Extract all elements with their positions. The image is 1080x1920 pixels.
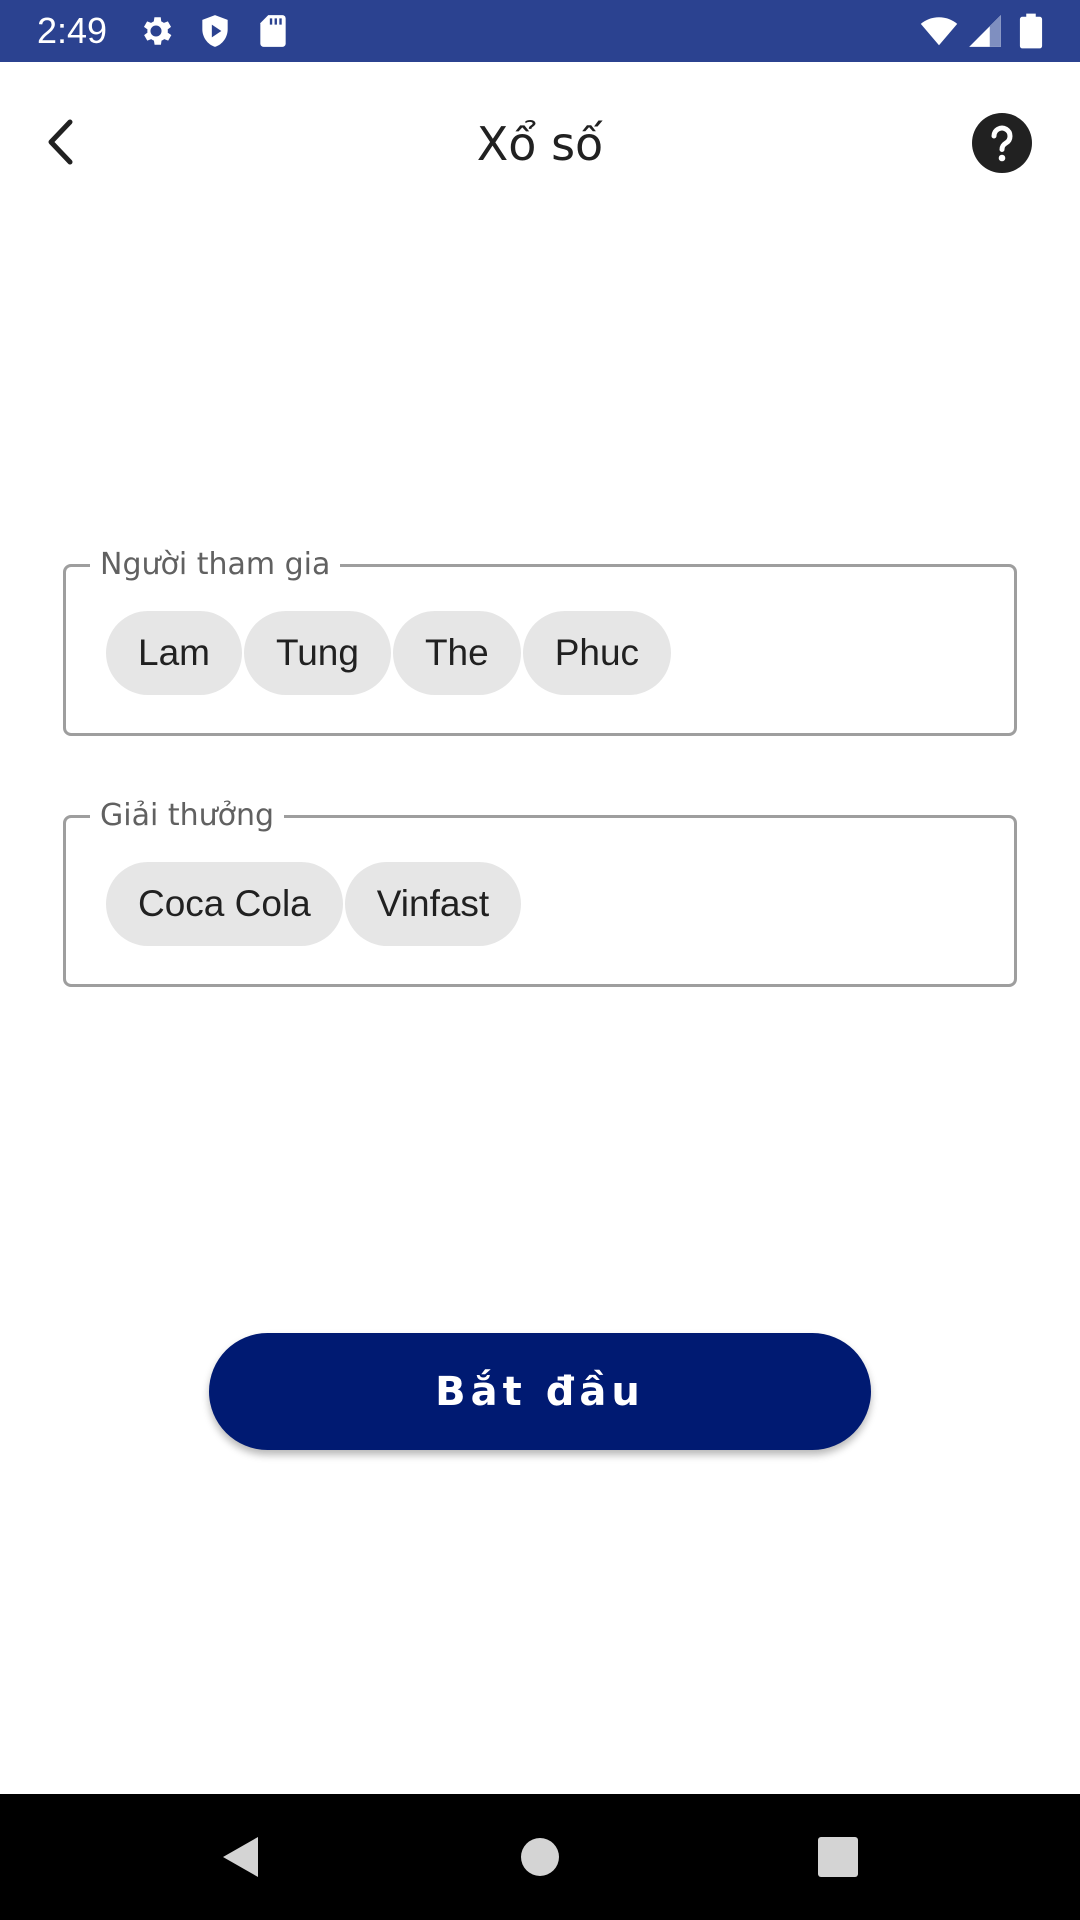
participant-chip[interactable]: Tung	[243, 611, 391, 695]
recents-square-icon	[818, 1837, 858, 1877]
participants-field[interactable]: Người tham gia Lam Tung The Phuc	[63, 545, 1017, 736]
app-bar: Xổ số	[0, 62, 1080, 222]
participants-label: Người tham gia	[90, 545, 341, 585]
help-button[interactable]	[972, 113, 1032, 173]
prizes-label: Giải thưởng	[90, 796, 285, 836]
participants-chip-row: Lam Tung The Phuc	[106, 611, 672, 695]
question-mark-icon	[991, 125, 1013, 162]
prizes-chip-row: Coca Cola Vinfast	[106, 862, 522, 946]
prize-chip[interactable]: Vinfast	[344, 862, 522, 946]
page-title: Xổ số	[476, 117, 604, 171]
sd-card-icon	[254, 12, 292, 50]
home-circle-icon	[521, 1838, 559, 1876]
status-bar: 2:49	[0, 0, 1080, 62]
nav-home-button[interactable]	[510, 1827, 570, 1887]
shield-play-icon	[196, 12, 234, 50]
start-button[interactable]: Bắt đầu	[209, 1333, 871, 1450]
prize-chip[interactable]: Coca Cola	[106, 862, 343, 946]
wifi-icon	[920, 12, 958, 50]
back-triangle-icon	[223, 1837, 258, 1877]
participant-chip[interactable]: Lam	[106, 611, 242, 695]
prizes-field[interactable]: Giải thưởng Coca Cola Vinfast	[63, 796, 1017, 987]
nav-recents-button[interactable]	[808, 1827, 868, 1887]
participant-chip[interactable]: Phuc	[522, 611, 672, 695]
participant-chip[interactable]: The	[392, 611, 521, 695]
gear-icon	[137, 12, 175, 50]
navigation-bar	[0, 1794, 1080, 1920]
cell-signal-icon	[966, 12, 1004, 50]
nav-back-button[interactable]	[210, 1827, 270, 1887]
status-time: 2:49	[37, 10, 108, 51]
battery-icon	[1012, 12, 1050, 50]
